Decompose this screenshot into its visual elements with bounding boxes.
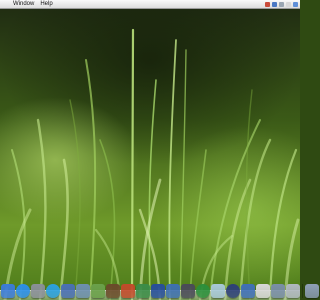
- app-icon-17[interactable]: [241, 284, 255, 298]
- dock: [0, 280, 319, 300]
- safari-icon[interactable]: [16, 284, 30, 298]
- app-icon-9[interactable]: [121, 284, 135, 298]
- status-icon-4[interactable]: [286, 1, 291, 7]
- photos-icon[interactable]: [91, 284, 105, 298]
- system-preferences-icon[interactable]: [31, 284, 45, 298]
- app-icon-18[interactable]: [256, 284, 270, 298]
- app-icon-10[interactable]: [136, 284, 150, 298]
- desktop-wallpaper: [0, 0, 300, 300]
- menu-help[interactable]: Help: [37, 0, 55, 8]
- itunes-icon[interactable]: [46, 284, 60, 298]
- app-icon-13[interactable]: [181, 284, 195, 298]
- status-icon-5[interactable]: [293, 1, 298, 7]
- mail-icon[interactable]: [61, 284, 75, 298]
- menu-extras: [265, 1, 300, 7]
- dock-icons: [1, 283, 320, 298]
- app-icon-14[interactable]: [196, 284, 210, 298]
- grass-blades: [3, 28, 300, 300]
- preview-icon[interactable]: [76, 284, 90, 298]
- finder-icon[interactable]: [1, 284, 15, 298]
- dictionary-icon[interactable]: [106, 284, 120, 298]
- app-icon-19[interactable]: [271, 284, 285, 298]
- dock-divider: [302, 284, 303, 298]
- menu-bar: Window Help: [0, 0, 300, 9]
- app-icon-12[interactable]: [166, 284, 180, 298]
- app-icon-11[interactable]: [151, 284, 165, 298]
- app-icon-15[interactable]: [211, 284, 225, 298]
- downloads-stack-icon[interactable]: [305, 284, 319, 298]
- app-icon-20[interactable]: [286, 284, 300, 298]
- status-icon-1[interactable]: [265, 1, 270, 7]
- app-icon-16[interactable]: [226, 284, 240, 298]
- status-icon-2[interactable]: [272, 1, 277, 7]
- menu-window[interactable]: Window: [10, 0, 37, 8]
- status-icon-3[interactable]: [279, 1, 284, 7]
